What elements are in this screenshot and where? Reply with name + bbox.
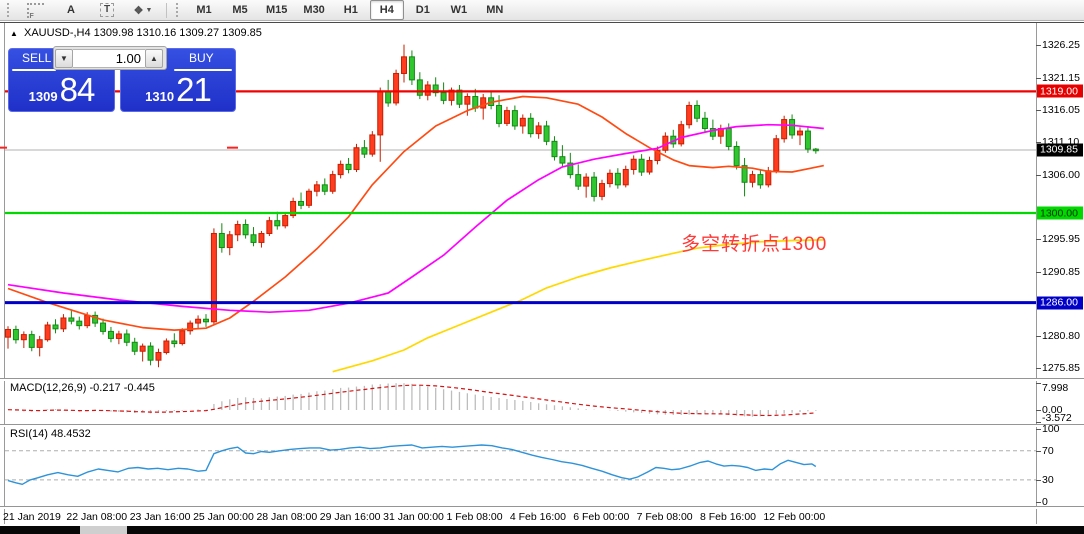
price-badge-1319.00: 1319.00 (1037, 84, 1083, 98)
macd-label: MACD(12,26,9) -0.217 -0.445 (10, 382, 155, 394)
volume-control: ▼ ▲ (53, 46, 167, 70)
sell-price-pips: 84 (59, 71, 96, 108)
caret-down-icon: ▼ (60, 53, 68, 63)
sell-quote[interactable]: 1309 84 (8, 71, 115, 109)
price-badge-1286.00: 1286.00 (1037, 296, 1083, 310)
ohlc-values: 1309.98 1310.16 1309.27 1309.85 (93, 27, 262, 39)
annotation-text: 多空转折点1300 (681, 234, 828, 255)
buy-price-prefix: 1310 (145, 89, 175, 104)
volume-decrease-button[interactable]: ▼ (55, 48, 73, 68)
price-badge-1300.00: 1300.00 (1037, 206, 1083, 220)
mt4-window: F A T ❖ ▼ M1 M5 M15 M30 H1 H4 D1 W1 MN ▲ XAUUSD-… (0, 0, 1084, 534)
rsi-label: RSI(14) 48.4532 (10, 428, 91, 440)
price-badge-1309.85: 1309.85 (1037, 143, 1083, 157)
sell-button[interactable]: SELL (22, 51, 51, 65)
caret-up-icon: ▲ (150, 53, 158, 63)
volume-increase-button[interactable]: ▲ (145, 48, 163, 68)
chart-header: ▲ XAUUSD-,H4 1309.98 1310.16 1309.27 130… (10, 27, 262, 39)
symbol-label: XAUUSD-,H4 (23, 27, 91, 39)
one-click-trade-panel: SELL BUY ▼ ▲ 1309 84 1310 21 (8, 46, 236, 112)
buy-button[interactable]: BUY (189, 51, 214, 65)
buy-price-pips: 21 (176, 71, 212, 108)
buy-quote[interactable]: 1310 21 (120, 71, 236, 109)
triangle-up-icon: ▲ (10, 29, 18, 38)
sell-price-prefix: 1309 (28, 89, 58, 104)
volume-input[interactable] (73, 48, 145, 68)
